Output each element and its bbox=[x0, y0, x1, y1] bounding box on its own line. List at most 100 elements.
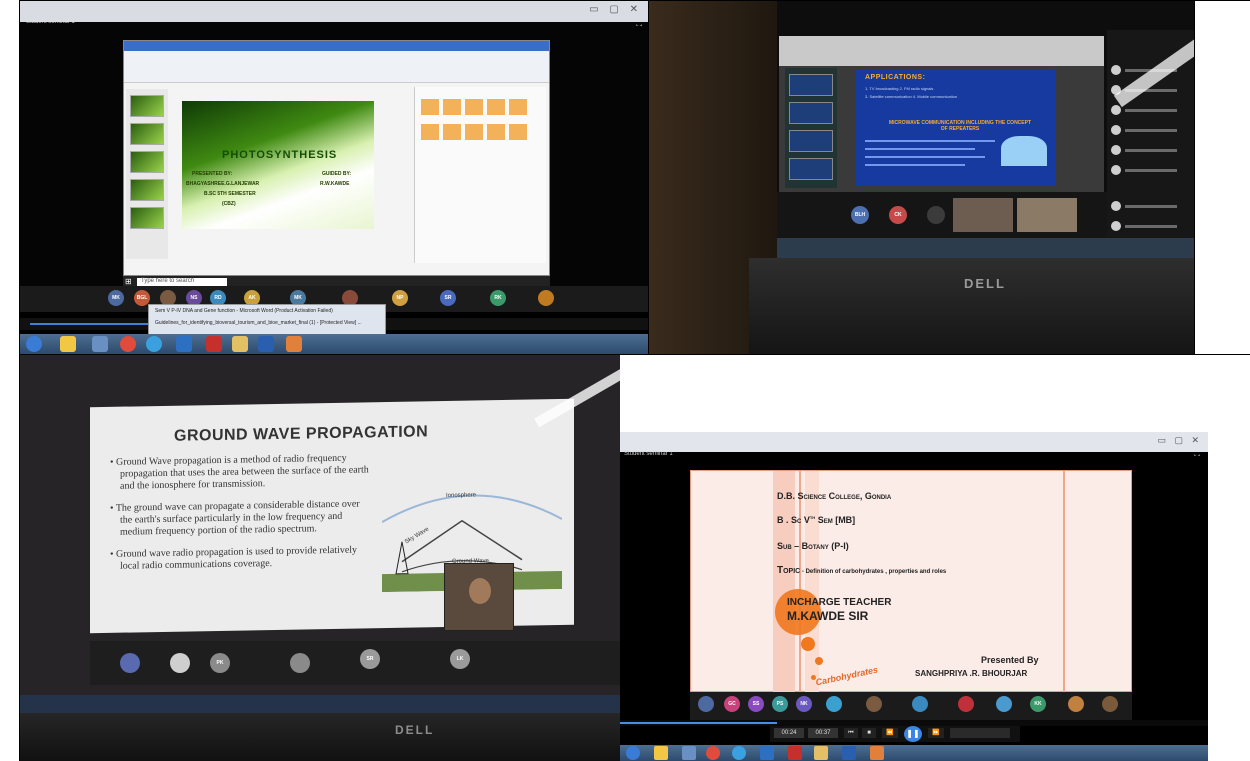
laptop-screen: APPLICATIONS: 1. TV broadcasting 2. FM r… bbox=[777, 0, 1194, 258]
slide-thumbnail[interactable] bbox=[789, 158, 833, 180]
previous-icon[interactable]: ⏮ bbox=[844, 728, 858, 738]
participant-avatar[interactable] bbox=[698, 696, 714, 712]
chrome-icon[interactable] bbox=[120, 336, 136, 352]
participant-avatar[interactable] bbox=[290, 653, 310, 673]
participant-avatar[interactable] bbox=[120, 653, 140, 673]
ppt-ribbon[interactable] bbox=[779, 36, 1104, 66]
transition-swatch[interactable] bbox=[465, 99, 483, 115]
participant-avatar[interactable]: LK bbox=[450, 649, 470, 669]
slide-thumbnail[interactable] bbox=[130, 179, 164, 201]
participant-avatar[interactable] bbox=[958, 696, 974, 712]
word-icon[interactable] bbox=[842, 746, 856, 760]
rewind-icon[interactable]: ⏪ bbox=[882, 728, 898, 738]
text-line bbox=[865, 164, 965, 166]
participant-avatar[interactable] bbox=[826, 696, 842, 712]
presenter-name: SANGHPRIYA .R. BHOURJAR bbox=[915, 669, 1028, 678]
participant-avatar[interactable]: SS bbox=[748, 696, 764, 712]
zoom-icon[interactable] bbox=[760, 746, 774, 760]
windows-start-icon[interactable]: ⊞ bbox=[125, 277, 132, 286]
participant-avatar[interactable] bbox=[1102, 696, 1118, 712]
zoom-icon[interactable] bbox=[176, 336, 192, 352]
powerpoint-app: APPLICATIONS: 1. TV broadcasting 2. FM r… bbox=[779, 36, 1104, 192]
participant-avatar[interactable] bbox=[170, 653, 190, 673]
popup-item[interactable]: Sem V P-IV DNA and Gene function - Micro… bbox=[149, 305, 385, 317]
taskbar-preview-popup[interactable]: Sem V P-IV DNA and Gene function - Micro… bbox=[148, 304, 386, 336]
laptop-bezel: DELL bbox=[20, 713, 620, 761]
windows-taskbar bbox=[20, 334, 648, 354]
transition-swatch[interactable] bbox=[421, 99, 439, 115]
pdf-icon[interactable] bbox=[788, 746, 802, 760]
word-icon[interactable] bbox=[258, 336, 274, 352]
slide-thumbnail[interactable] bbox=[789, 102, 833, 124]
participant-avatar[interactable]: SR bbox=[440, 290, 456, 306]
chrome-icon[interactable] bbox=[706, 746, 720, 760]
start-orb-icon[interactable] bbox=[26, 336, 42, 352]
transition-swatch[interactable] bbox=[509, 124, 527, 140]
folder-icon[interactable] bbox=[60, 336, 76, 352]
participant-avatar[interactable] bbox=[866, 696, 882, 712]
participant-avatar[interactable]: SR bbox=[360, 649, 380, 669]
media-icon[interactable] bbox=[92, 336, 108, 352]
volume-slider[interactable] bbox=[950, 728, 1010, 738]
slide-title: PHOTOSYNTHESIS bbox=[222, 149, 338, 161]
participant-avatar[interactable]: CK bbox=[889, 206, 907, 224]
slide-bullet: 1. TV broadcasting 2. FM radio signals bbox=[865, 86, 934, 91]
slide-subheading: MICROWAVE COMMUNICATION INCLUDING THE CO… bbox=[888, 120, 1032, 132]
slide-thumbnails[interactable] bbox=[785, 68, 837, 188]
participant-video[interactable] bbox=[1017, 198, 1077, 232]
participant-avatar[interactable] bbox=[912, 696, 928, 712]
window-controls-icon[interactable]: ▭ ▢ ✕ bbox=[589, 4, 642, 15]
slide-thumbnail[interactable] bbox=[130, 123, 164, 145]
presentation-icon[interactable] bbox=[286, 336, 302, 352]
popup-item[interactable]: Guidelines_for_identifying_bioversal_tou… bbox=[149, 317, 385, 329]
presenter-video[interactable] bbox=[444, 563, 514, 631]
text-line bbox=[865, 156, 985, 158]
explorer-icon[interactable] bbox=[232, 336, 248, 352]
app-ribbon[interactable] bbox=[124, 51, 549, 83]
participant-avatar[interactable] bbox=[996, 696, 1012, 712]
participant-avatar[interactable]: RK bbox=[490, 290, 506, 306]
participant-avatar[interactable] bbox=[538, 290, 554, 306]
pdf-icon[interactable] bbox=[206, 336, 222, 352]
transition-swatch[interactable] bbox=[509, 99, 527, 115]
expand-icon[interactable]: ⛶ bbox=[1194, 449, 1200, 459]
slide-thumbnail[interactable] bbox=[130, 95, 164, 117]
explorer-icon[interactable] bbox=[814, 746, 828, 760]
participant-avatar[interactable]: NP bbox=[392, 290, 408, 306]
participant-avatar[interactable] bbox=[1068, 696, 1084, 712]
window-controls-icon[interactable]: ▭ ▢ ✕ bbox=[1157, 435, 1202, 446]
design-pane[interactable] bbox=[414, 87, 546, 263]
participant-avatar[interactable] bbox=[927, 206, 945, 224]
presentation-icon[interactable] bbox=[870, 746, 884, 760]
transition-swatch[interactable] bbox=[421, 124, 439, 140]
expand-icon[interactable]: ⛶ bbox=[636, 19, 642, 29]
participant-avatar[interactable]: KK bbox=[1030, 696, 1046, 712]
participant-avatar[interactable]: PK bbox=[210, 653, 230, 673]
pause-button[interactable]: ❚❚ bbox=[904, 726, 922, 742]
transition-swatch[interactable] bbox=[487, 99, 505, 115]
folder-icon[interactable] bbox=[654, 746, 668, 760]
transition-swatch[interactable] bbox=[465, 124, 483, 140]
panel-top-right-photo: APPLICATIONS: 1. TV broadcasting 2. FM r… bbox=[649, 0, 1194, 354]
presented-by-label: PRESENTED BY: bbox=[192, 171, 233, 177]
participant-avatar[interactable]: BLH bbox=[851, 206, 869, 224]
slide-thumbnail[interactable] bbox=[130, 207, 164, 229]
transition-swatch[interactable] bbox=[443, 99, 461, 115]
slide-thumbnail[interactable] bbox=[789, 130, 833, 152]
transition-swatch[interactable] bbox=[487, 124, 505, 140]
slide-thumbnail[interactable] bbox=[789, 74, 833, 96]
participant-avatar[interactable]: GC bbox=[724, 696, 740, 712]
start-orb-icon[interactable] bbox=[626, 746, 640, 760]
stop-icon[interactable]: ■ bbox=[862, 728, 876, 738]
transition-swatch[interactable] bbox=[443, 124, 461, 140]
participant-video[interactable] bbox=[953, 198, 1013, 232]
ie-icon[interactable] bbox=[146, 336, 162, 352]
participant-avatar[interactable]: MK bbox=[108, 290, 124, 306]
participant-avatar[interactable]: NK bbox=[796, 696, 812, 712]
ie-icon[interactable] bbox=[732, 746, 746, 760]
slide-thumbnail[interactable] bbox=[130, 151, 164, 173]
media-icon[interactable] bbox=[682, 746, 696, 760]
participant-avatar[interactable]: PS bbox=[772, 696, 788, 712]
fast-forward-icon[interactable]: ⏩ bbox=[928, 728, 944, 738]
slide-thumbnails[interactable] bbox=[126, 89, 168, 259]
